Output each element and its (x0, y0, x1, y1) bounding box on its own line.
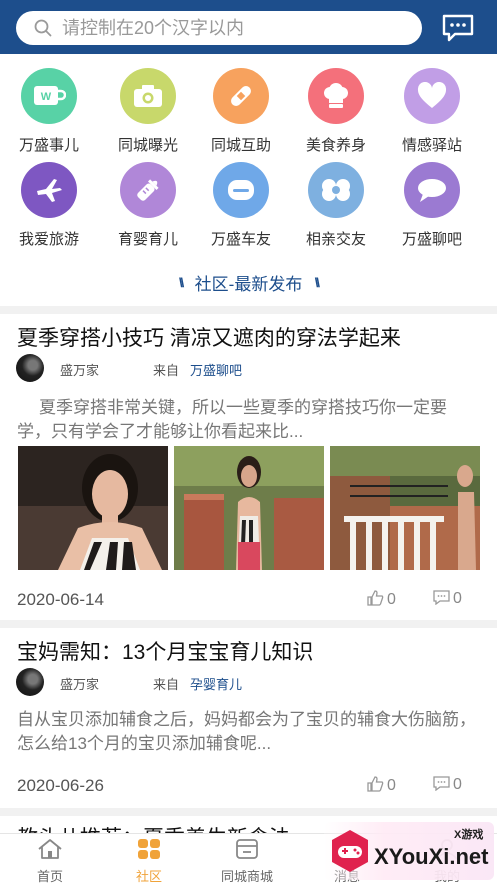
post-title[interactable]: 宝妈需知：13个月宝宝育儿知识 (17, 636, 313, 666)
category-woai-lvyou[interactable]: 我爱旅游 (2, 154, 96, 248)
group-link[interactable]: 万盛聊吧 (190, 360, 242, 379)
category-xiangqin-jiaoyou[interactable]: 相亲交友 (289, 154, 383, 248)
heart-icon (404, 68, 460, 124)
category-label: 同城互助 (210, 137, 271, 154)
thumbs-up-icon (367, 776, 384, 792)
tab-label: 首页 (36, 869, 63, 883)
chat-bubble-icon (404, 162, 460, 218)
from-label: 来自 (153, 677, 180, 692)
slash-decoration: \\ (178, 275, 184, 290)
from-label: 来自 (153, 363, 180, 378)
avatar[interactable] (16, 668, 44, 696)
post-photo[interactable] (18, 446, 168, 570)
author-name[interactable]: 盛万家 (60, 674, 99, 693)
search-box[interactable] (16, 11, 422, 45)
thumbs-up-icon (367, 590, 384, 606)
category-tongcheng-huzhu[interactable]: 同城互助 (194, 60, 288, 154)
divider (0, 808, 497, 816)
category-label: 万盛事儿 (18, 137, 79, 154)
comment-button[interactable]: 0 (433, 776, 462, 794)
category-label: 情感驿站 (401, 137, 462, 154)
category-label: 相亲交友 (305, 231, 366, 248)
group-link[interactable]: 孕婴育儿 (190, 674, 242, 693)
divider (0, 306, 497, 314)
post-card[interactable]: 宝妈需知：13个月宝宝育儿知识 盛万家 来自 孕婴育儿 自从宝贝添加辅食之后，妈… (0, 628, 497, 808)
tab-label: 同城商城 (220, 869, 273, 883)
post-date: 2020-06-26 (17, 776, 104, 795)
category-grid: W 万盛事儿 同城曝光 同城互助 美食养身 情感驿站 我爱旅游 育婴育儿 万盛车… (0, 60, 497, 260)
category-label: 万盛车友 (210, 231, 271, 248)
post-date: 2020-06-14 (17, 590, 104, 609)
section-title: 社区-最新发布 (194, 275, 303, 294)
car-icon (213, 162, 269, 218)
heart-knot-icon (308, 162, 364, 218)
top-bar (0, 0, 497, 54)
category-wansheng-liaoba[interactable]: 万盛聊吧 (385, 154, 479, 248)
avatar[interactable] (16, 354, 44, 382)
like-button[interactable]: 0 (367, 776, 396, 795)
watermark-tag: X游戏 (454, 829, 484, 841)
comment-icon (433, 776, 450, 792)
like-button[interactable]: 0 (367, 590, 396, 609)
post-card[interactable]: 夏季穿搭小技巧 清凉又遮肉的穿法学起来 盛万家 来自 万盛聊吧 夏季穿搭非常关键… (0, 314, 497, 620)
tab-mall[interactable]: 同城商城 (199, 838, 295, 883)
category-label: 我爱旅游 (18, 231, 79, 248)
category-label: 同城曝光 (117, 137, 178, 154)
mall-icon (236, 839, 258, 859)
slash-decoration: \\ (314, 275, 320, 290)
search-input[interactable] (62, 16, 402, 40)
svg-text:W: W (41, 91, 52, 103)
community-grid-icon (138, 839, 160, 859)
category-meishi-yangshen[interactable]: 美食养身 (289, 60, 383, 154)
category-label: 育婴育儿 (117, 231, 178, 248)
post-excerpt: 自从宝贝添加辅食之后，妈妈都会为了宝贝的辅食大伤脑筋，怎么给13个月的宝贝添加辅… (17, 710, 476, 753)
tab-home[interactable]: 首页 (2, 838, 98, 883)
bandage-icon (213, 68, 269, 124)
category-label: 万盛聊吧 (401, 231, 462, 248)
section-header: \\ 社区-最新发布 \\ (0, 270, 497, 300)
gamepad-logo-icon (332, 830, 368, 872)
chef-hat-icon (308, 68, 364, 124)
category-qinggan-yizhan[interactable]: 情感驿站 (385, 60, 479, 154)
like-count: 0 (387, 591, 396, 608)
author-name[interactable]: 盛万家 (60, 360, 99, 379)
post-title[interactable]: 夏季穿搭小技巧 清凉又遮肉的穿法学起来 (17, 322, 401, 352)
home-icon (38, 839, 62, 859)
comment-count: 0 (453, 590, 462, 607)
category-wansheng-cheyou[interactable]: 万盛车友 (194, 154, 288, 248)
tab-community[interactable]: 社区 (101, 838, 197, 883)
wechat-cup-icon: W (21, 68, 77, 124)
comment-count: 0 (453, 776, 462, 793)
search-icon (34, 19, 52, 37)
category-label: 美食养身 (305, 137, 366, 154)
category-wansheng-shier[interactable]: W 万盛事儿 (2, 60, 96, 154)
category-tongcheng-baoguang[interactable]: 同城曝光 (101, 60, 195, 154)
post-excerpt: 夏季穿搭非常关键，所以一些夏季的穿搭技巧你一定要学，只有学会了才能够让你看起来比… (17, 398, 447, 441)
like-count: 0 (387, 777, 396, 794)
post-photo[interactable] (330, 446, 480, 570)
divider (0, 620, 497, 628)
post-photo[interactable] (174, 446, 324, 570)
watermark: X游戏 XYouXi.net (324, 822, 494, 880)
baby-bottle-icon (120, 162, 176, 218)
tab-label: 社区 (135, 869, 162, 883)
camera-icon (120, 68, 176, 124)
watermark-text: XYouXi.net (374, 844, 489, 869)
message-bubble-icon[interactable] (441, 13, 475, 43)
comment-button[interactable]: 0 (433, 590, 462, 608)
airplane-icon (21, 162, 77, 218)
comment-icon (433, 590, 450, 606)
category-yuying-yuer[interactable]: 育婴育儿 (101, 154, 195, 248)
post-photos (18, 446, 480, 570)
